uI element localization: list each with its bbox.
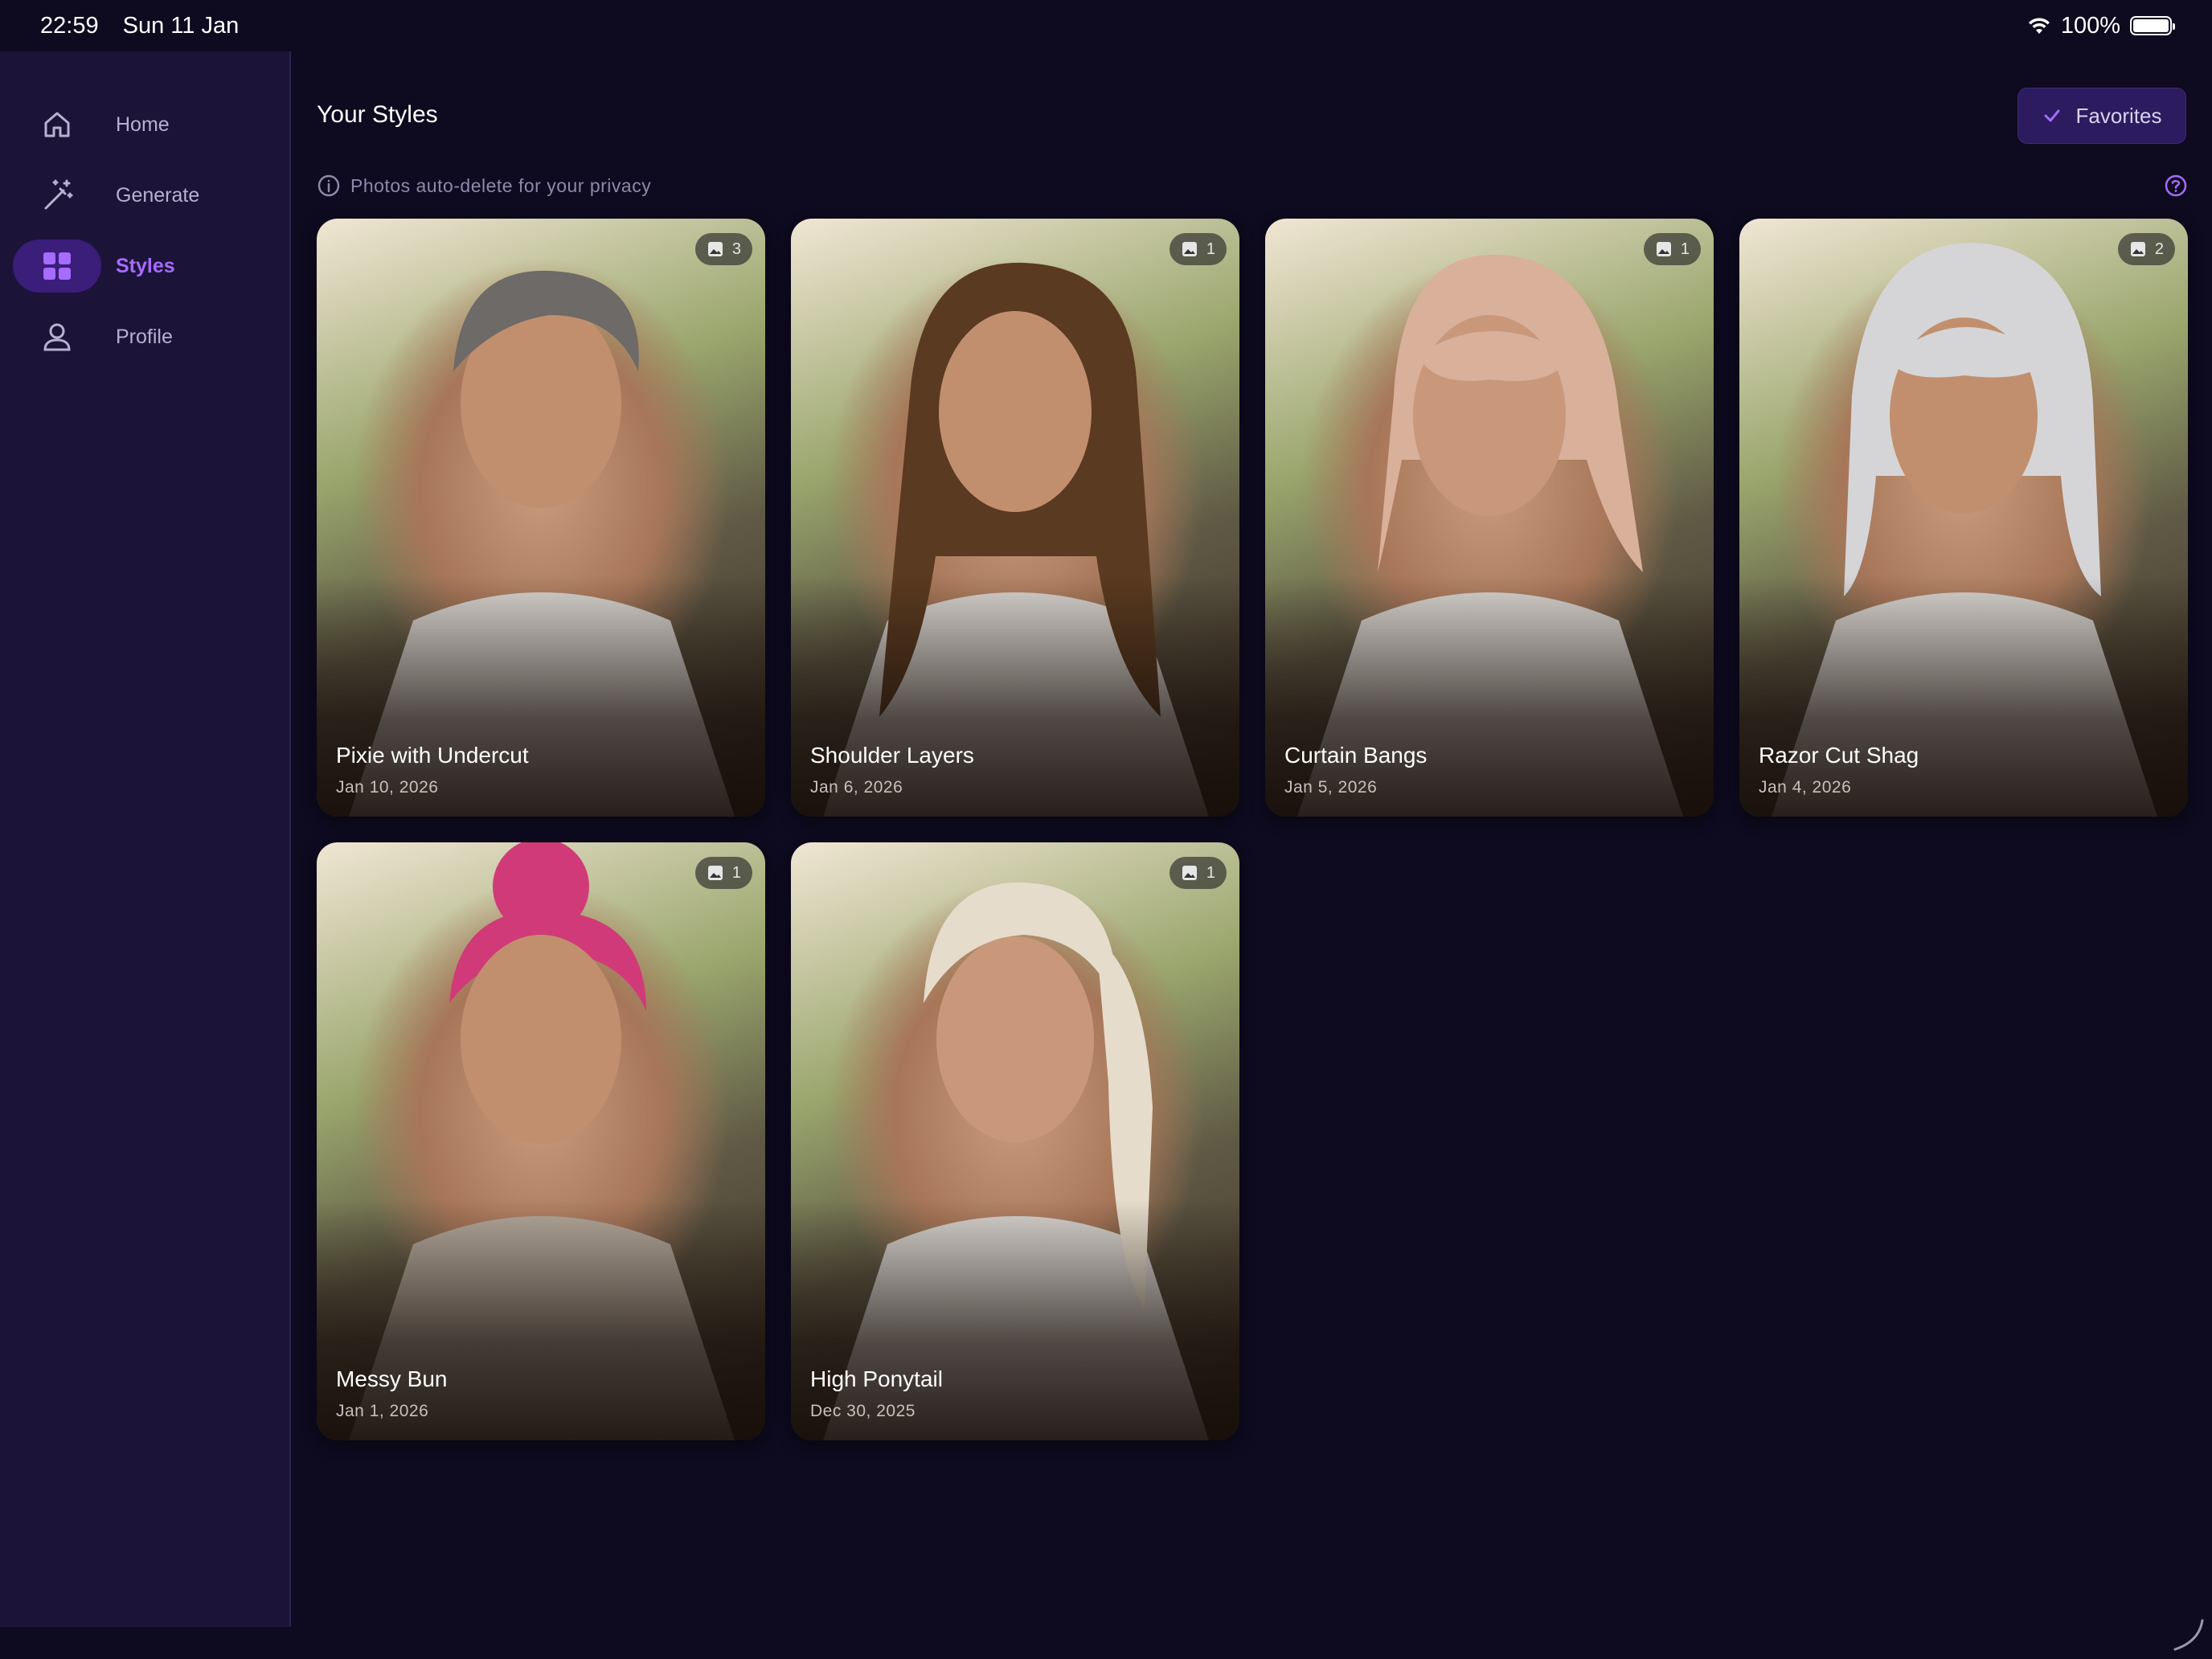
status-left: 22:59 Sun 11 Jan bbox=[40, 13, 256, 39]
sidebar-item-label: Profile bbox=[116, 325, 173, 348]
style-date: Dec 30, 2025 bbox=[810, 1402, 916, 1420]
photo-count-badge: 1 bbox=[1643, 233, 1701, 265]
status-time: 22:59 bbox=[40, 12, 99, 39]
style-card[interactable]: 1 High Ponytail Dec 30, 2025 bbox=[791, 842, 1239, 1440]
style-title: High Ponytail bbox=[810, 1366, 943, 1391]
battery-icon bbox=[2130, 16, 2175, 35]
image-icon bbox=[1656, 242, 1671, 256]
main-content: Your Styles Favorites Photos auto-delete… bbox=[293, 51, 2212, 1627]
style-date: Jan 4, 2026 bbox=[1759, 778, 1852, 797]
sidebar-item-profile[interactable]: Profile bbox=[13, 310, 278, 363]
style-card[interactable]: 2 Razor Cut Shag Jan 4, 2026 bbox=[1739, 219, 2188, 817]
style-card[interactable]: 3 Pixie with Undercut Jan 10, 2026 bbox=[317, 219, 765, 817]
page-title: Your Styles bbox=[317, 101, 438, 128]
privacy-note: Photos auto-delete for your privacy bbox=[317, 174, 651, 198]
sidebar-item-home[interactable]: Home bbox=[13, 98, 278, 151]
favorites-button[interactable]: Favorites bbox=[2017, 88, 2186, 144]
image-icon bbox=[1182, 242, 1197, 256]
sidebar-item-label: Home bbox=[116, 113, 170, 136]
info-icon bbox=[317, 174, 340, 197]
resize-handle-icon bbox=[2173, 1619, 2204, 1651]
status-date: Sun 11 Jan bbox=[122, 12, 240, 39]
style-date: Jan 1, 2026 bbox=[336, 1402, 429, 1420]
photo-count-badge: 2 bbox=[2117, 233, 2175, 265]
style-title: Pixie with Undercut bbox=[336, 743, 529, 768]
style-card[interactable]: 1 Curtain Bangs Jan 5, 2026 bbox=[1265, 219, 1714, 817]
style-date: Jan 6, 2026 bbox=[810, 778, 903, 797]
photo-count: 1 bbox=[731, 863, 741, 882]
photo-count: 1 bbox=[1680, 240, 1690, 258]
photo-count-badge: 1 bbox=[1169, 233, 1227, 265]
photo-count: 1 bbox=[1206, 863, 1215, 882]
sidebar: Home Generate Styles Profile bbox=[0, 51, 291, 1627]
style-photo bbox=[791, 219, 1239, 817]
favorites-label: Favorites bbox=[2075, 103, 2162, 128]
photo-count: 1 bbox=[1206, 240, 1215, 258]
wifi-icon bbox=[2028, 18, 2050, 34]
check-icon bbox=[2044, 109, 2060, 122]
sidebar-item-label: Generate bbox=[116, 183, 200, 207]
magic-wand-icon bbox=[44, 179, 73, 210]
image-icon bbox=[707, 866, 723, 880]
style-title: Shoulder Layers bbox=[810, 743, 974, 768]
image-icon bbox=[2130, 242, 2145, 256]
style-card[interactable]: 1 Shoulder Layers Jan 6, 2026 bbox=[791, 219, 1239, 817]
style-title: Curtain Bangs bbox=[1284, 743, 1428, 768]
status-bar: 22:59 Sun 11 Jan 100% bbox=[0, 0, 2212, 51]
privacy-note-text: Photos auto-delete for your privacy bbox=[350, 174, 652, 196]
style-photo bbox=[317, 842, 765, 1440]
sidebar-item-styles[interactable]: Styles bbox=[13, 240, 278, 293]
image-icon bbox=[707, 242, 723, 256]
style-title: Razor Cut Shag bbox=[1759, 743, 1919, 768]
help-icon[interactable] bbox=[2164, 174, 2188, 198]
style-date: Jan 10, 2026 bbox=[336, 778, 439, 797]
person-icon bbox=[43, 323, 71, 351]
photo-count-badge: 1 bbox=[1169, 857, 1227, 889]
home-icon bbox=[44, 112, 70, 137]
style-title: Messy Bun bbox=[336, 1366, 448, 1391]
image-icon bbox=[1182, 866, 1197, 880]
sidebar-item-generate[interactable]: Generate bbox=[13, 169, 278, 222]
grid-icon bbox=[43, 252, 71, 280]
photo-count: 3 bbox=[731, 240, 741, 258]
photo-count-badge: 1 bbox=[694, 857, 752, 889]
style-photo bbox=[1265, 219, 1714, 817]
style-photo bbox=[1739, 219, 2188, 817]
style-photo bbox=[791, 842, 1239, 1440]
style-card[interactable]: 1 Messy Bun Jan 1, 2026 bbox=[317, 842, 765, 1440]
style-photo bbox=[317, 219, 765, 817]
battery-percent: 100% bbox=[2060, 12, 2120, 39]
photo-count-badge: 3 bbox=[694, 233, 752, 265]
style-date: Jan 5, 2026 bbox=[1284, 778, 1378, 797]
photo-count: 2 bbox=[2154, 240, 2164, 258]
sidebar-item-label: Styles bbox=[116, 254, 175, 277]
status-right: 100% bbox=[2027, 12, 2175, 39]
